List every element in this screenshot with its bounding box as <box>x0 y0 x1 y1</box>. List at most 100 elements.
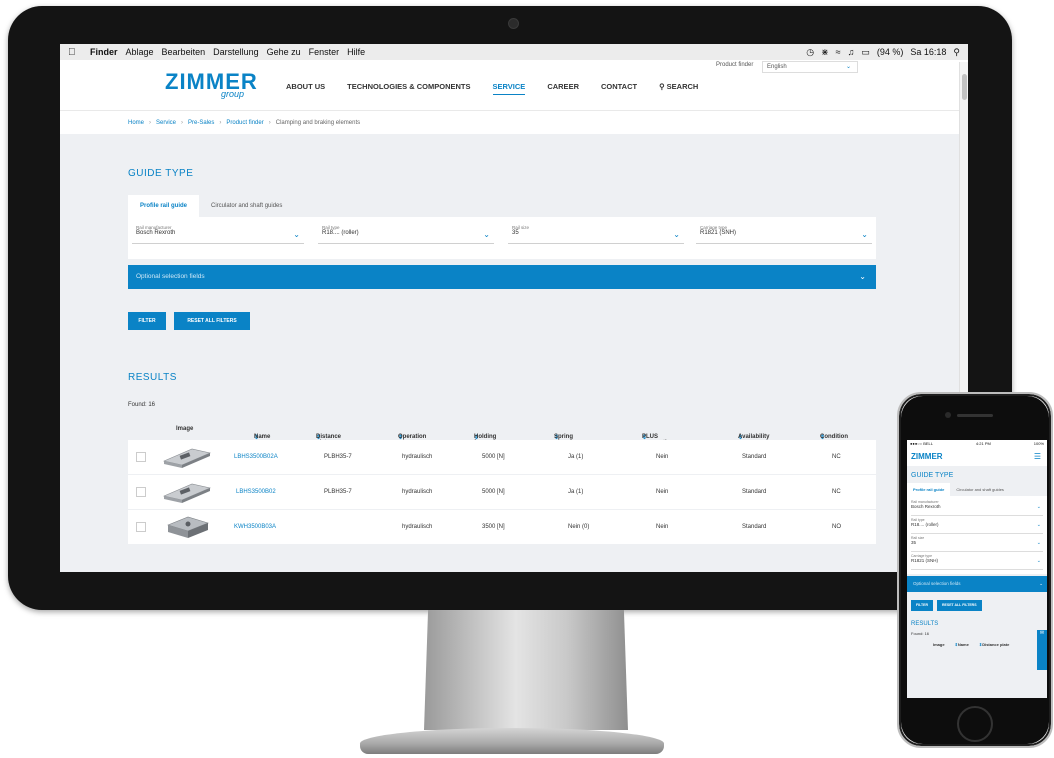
col-image: Image <box>176 426 194 432</box>
wifi-icon[interactable]: ≈ <box>836 47 841 57</box>
phone-filter-panel: Rail manufacturer Bosch Rexroth ⌄ Rail t… <box>907 496 1047 574</box>
phone-rail-type-select[interactable]: Rail type R18.... (roller) ⌄ <box>911 518 1043 534</box>
phone-reset-filters-button[interactable]: RESET ALL FILTERS <box>937 600 982 611</box>
row-checkbox[interactable] <box>136 452 146 462</box>
phone-screen: ●●●○○ BELL 4:21 PM 100% ZIMMER ☰ GUIDE T… <box>907 440 1047 698</box>
reset-filters-button[interactable]: RESET ALL FILTERS <box>174 312 250 330</box>
zimmer-logo[interactable]: ZIMMER group <box>165 71 258 100</box>
desktop-screen:  Finder Ablage Bearbeiten Darstellung G… <box>60 44 968 572</box>
phone-tab-profile-rail-guide[interactable]: Profile rail guide <box>907 483 951 496</box>
breadcrumb-product-finder[interactable]: Product finder <box>226 120 263 126</box>
rail-size-select[interactable]: Rail size 35 ⌄ <box>508 225 684 244</box>
phone-rail-manufacturer-select[interactable]: Rail manufacturer Bosch Rexroth ⌄ <box>911 500 1043 516</box>
scrollbar-thumb[interactable] <box>962 74 967 100</box>
table-row[interactable]: LBHS3500B02 PLBH35-7 hydraulisch 5000 [N… <box>128 475 876 510</box>
phone-guide-tabs: Profile rail guide Circulator and shaft … <box>907 483 1047 496</box>
product-thumbnail <box>167 516 209 538</box>
results-table: Image ⇕ Name ⇕ Distance plate ⇕ Operatio… <box>128 418 876 545</box>
nav-technologies[interactable]: TECHNOLOGIES & COMPONENTS <box>347 82 470 95</box>
phone-col-distance-plate[interactable]: ⇕Distance plate <box>979 642 1009 647</box>
phone-carriage-type-select[interactable]: Carriage type R1821 (SNH) ⌄ <box>911 554 1043 570</box>
breadcrumb-pre-sales[interactable]: Pre-Sales <box>188 120 214 126</box>
results-title: RESULTS <box>128 372 177 383</box>
phone-buttons: FILTER RESET ALL FILTERS <box>911 600 1043 611</box>
phone-col-name[interactable]: ⇕Name <box>955 642 969 647</box>
phone-tab-circulator-shaft-guides[interactable]: Circulator and shaft guides <box>950 483 1010 496</box>
menu-bearbeiten[interactable]: Bearbeiten <box>162 47 206 57</box>
speaker-grille <box>957 414 993 417</box>
volume-icon[interactable]: ♫ <box>848 47 855 57</box>
product-finder-link[interactable]: Product finder <box>716 62 753 68</box>
menu-fenster[interactable]: Fenster <box>309 47 340 57</box>
chevron-down-icon: ⌄ <box>673 230 680 239</box>
product-thumbnail <box>163 483 211 503</box>
nav-about-us[interactable]: ABOUT US <box>286 82 325 95</box>
nav-search[interactable]: ⚲ SEARCH <box>659 82 698 95</box>
menubar-clock[interactable]: Sa 16:18 <box>910 47 946 57</box>
search-icon: ⚲ <box>659 82 667 91</box>
tab-profile-rail-guide[interactable]: Profile rail guide <box>128 195 200 217</box>
phone-results-title: RESULTS <box>911 621 939 627</box>
found-count: Found: 16 <box>128 402 156 408</box>
menu-hilfe[interactable]: Hilfe <box>347 47 365 57</box>
rail-manufacturer-select[interactable]: Rail manufacturer Bosch Rexroth ⌄ <box>132 225 304 244</box>
front-camera-icon <box>945 412 951 418</box>
chevron-down-icon: ⌄ <box>1039 581 1043 586</box>
mac-menubar:  Finder Ablage Bearbeiten Darstellung G… <box>60 44 968 61</box>
menu-gehe-zu[interactable]: Gehe zu <box>267 47 301 57</box>
chevron-down-icon: ⌄ <box>845 64 851 70</box>
mail-icon: ✉ <box>1039 630 1045 636</box>
phone-col-image: Image <box>933 642 945 647</box>
tab-circulator-shaft-guides[interactable]: Circulator and shaft guides <box>199 195 294 217</box>
language-select[interactable]: English ⌄ <box>762 61 858 73</box>
product-name-link[interactable]: KWH3500B03A <box>234 524 276 530</box>
menu-ablage[interactable]: Ablage <box>126 47 154 57</box>
row-checkbox[interactable] <box>136 487 146 497</box>
phone-optional-selection-fields[interactable]: Optional selection fields ⌄ <box>907 576 1047 592</box>
table-row[interactable]: LBHS3500B02A PLBH35-7 hydraulisch 5000 [… <box>128 440 876 475</box>
menu-finder[interactable]: Finder <box>90 47 118 57</box>
chevron-down-icon: ⌄ <box>483 230 490 239</box>
phone-guide-type-title: GUIDE TYPE <box>911 472 954 479</box>
product-name-link[interactable]: LBHS3500B02 <box>236 489 276 495</box>
apple-icon[interactable]:  <box>68 47 82 58</box>
breadcrumb-home[interactable]: Home <box>128 120 144 126</box>
optional-selection-fields[interactable]: Optional selection fields ⌄ <box>128 265 876 289</box>
home-button[interactable] <box>957 706 993 742</box>
carriage-type-select[interactable]: Carriage type R1821 (SNH) ⌄ <box>696 225 872 244</box>
imac-frame:  Finder Ablage Bearbeiten Darstellung G… <box>8 6 1012 610</box>
bluetooth-icon[interactable]: ⋇ <box>821 47 829 58</box>
imac-stand-base <box>360 728 664 754</box>
filter-button[interactable]: FILTER <box>128 312 166 330</box>
phone-side-tab[interactable]: ✉ <box>1037 630 1047 670</box>
phone-table-header: Image ⇕Name ⇕Distance plate <box>911 642 1043 647</box>
time-machine-icon[interactable]: ◷ <box>806 47 814 58</box>
phone-filter-button[interactable]: FILTER <box>911 600 933 611</box>
nav-contact[interactable]: CONTACT <box>601 82 637 95</box>
product-name-link[interactable]: LBHS3500B02A <box>234 454 278 460</box>
rail-type-select[interactable]: Rail type R18.... (roller) ⌄ <box>318 225 494 244</box>
filter-panel: Rail manufacturer Bosch Rexroth ⌄ Rail t… <box>128 217 876 259</box>
chevron-down-icon: ⌄ <box>859 272 866 281</box>
nav-career[interactable]: CAREER <box>547 82 579 95</box>
phone-found-count: Found: 16 <box>911 631 930 636</box>
chevron-down-icon: ⌄ <box>861 230 868 239</box>
product-thumbnail <box>163 448 211 468</box>
phone-rail-size-select[interactable]: Rail size 35 ⌄ <box>911 536 1043 552</box>
chevron-down-icon: ⌄ <box>1036 540 1041 546</box>
row-checkbox[interactable] <box>136 522 146 532</box>
chevron-down-icon: ⌄ <box>1036 522 1041 528</box>
chevron-down-icon: ⌄ <box>1036 504 1041 510</box>
imac-stand-neck <box>424 610 628 730</box>
phone-zimmer-logo[interactable]: ZIMMER <box>911 452 943 461</box>
chevron-down-icon: ⌄ <box>293 230 300 239</box>
spotlight-icon[interactable]: ⚲ <box>953 47 960 58</box>
hamburger-menu-icon[interactable]: ☰ <box>1034 452 1041 461</box>
menu-darstellung[interactable]: Darstellung <box>213 47 259 57</box>
iphone-frame: ●●●○○ BELL 4:21 PM 100% ZIMMER ☰ GUIDE T… <box>897 392 1053 748</box>
battery-icon[interactable]: ▭ <box>861 47 870 58</box>
breadcrumb-service[interactable]: Service <box>156 120 176 126</box>
main-nav: ABOUT US TECHNOLOGIES & COMPONENTS SERVI… <box>286 82 698 95</box>
table-row[interactable]: KWH3500B03A hydraulisch 3500 [N] Nein (0… <box>128 510 876 545</box>
nav-service[interactable]: SERVICE <box>492 82 526 95</box>
